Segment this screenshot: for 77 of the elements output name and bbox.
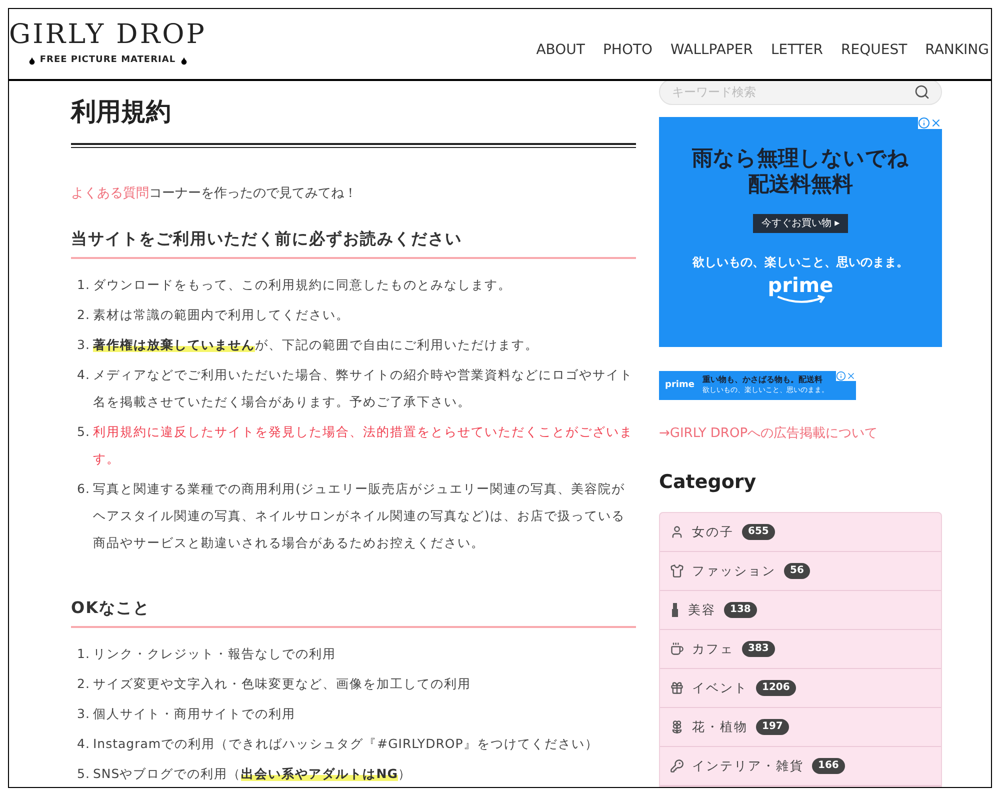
list-item-text: Instagramでの利用（できればハッシュタグ『#GIRLYDROP』をつけてください） [93, 735, 598, 753]
close-icon[interactable] [846, 370, 856, 381]
intro-text: よくある質問コーナーを作ったので見てみてね！ [71, 184, 358, 202]
count-badge: 56 [784, 563, 810, 579]
category-item[interactable]: ファッション 56 [660, 552, 941, 591]
list-number: 1. [77, 276, 91, 294]
prime-logo: prime [665, 378, 694, 392]
ad-subhead: 配送料無料 [748, 171, 853, 198]
category-item[interactable]: インテリア・雑貨 166 [660, 747, 941, 786]
category-name: カフェ [692, 640, 734, 658]
ad-headline: 雨なら無理しないでね [692, 145, 909, 172]
count-badge: 383 [742, 641, 775, 657]
list-number: 2. [77, 306, 91, 324]
list-item-text: 素材は常識の範囲内で利用してください。 [93, 306, 350, 324]
category-name: 美容 [688, 600, 716, 619]
list-item-text: 個人サイト・商用サイトでの利用 [93, 705, 296, 723]
nav-link[interactable]: ABOUT [536, 40, 585, 60]
gift-icon [670, 681, 684, 695]
list-number: 4. [77, 366, 91, 384]
search-field[interactable]: キーワード検索 [659, 81, 942, 105]
category-name: イベント [692, 678, 748, 697]
list-item-text: 写真と関連する業種での商用利用(ジュエリー販売店がジュエリー関連の写真、美容院がヘアスタイル関連の写真、ネイルサロンがネイル関連の写真など)は、お店で扱っている商品やサービスと勘違いされる場合があるためお控えください。 [93, 480, 626, 552]
section-heading: OKなこと [71, 596, 636, 628]
droplet-icon [180, 56, 188, 66]
count-badge: 655 [742, 524, 775, 540]
info-icon[interactable] [918, 117, 930, 129]
list-item-text: 利用規約に違反したサイトを発見した場合、法的措置をとらせていただくことがございます。 [93, 423, 634, 468]
count-badge: 1206 [756, 680, 796, 696]
list-item-text: リンク・クレジット・報告なしでの利用 [93, 645, 336, 663]
search-icon[interactable] [914, 84, 930, 100]
site-logo[interactable]: GIRLY DROP [9, 20, 206, 48]
nav-link[interactable]: LETTER [770, 40, 824, 60]
list-number: 4. [77, 735, 91, 753]
shop-now-button[interactable]: 今すぐお買い物 ▸ [753, 214, 848, 232]
cup-icon [670, 642, 684, 656]
list-number: 5. [77, 765, 91, 783]
list-number: 3. [77, 336, 91, 354]
list-number: 2. [77, 675, 91, 693]
lipstick-icon [670, 603, 680, 617]
list-number: 1. [77, 645, 91, 663]
page-title: 利用規約 [71, 96, 172, 128]
count-badge: 166 [812, 758, 845, 774]
category-item[interactable]: 美容 138 [660, 591, 941, 630]
ad-tagline: 欲しいもの、楽しいこと、思いのまま。 [692, 254, 908, 270]
count-badge: 138 [724, 602, 757, 618]
ad-banner[interactable]: 雨なら無理しないでね 配送料無料 今すぐお買い物 ▸ 欲しいもの、楽しいこと、思いのまま。 prime [659, 117, 942, 347]
list-item-text: サイズ変更や文字入れ・色味変更など、画像を加工しての利用 [93, 675, 471, 693]
category-name: ファッション [692, 562, 776, 580]
category-name: 女の子 [692, 522, 734, 541]
category-item[interactable]: 女の子 655 [660, 513, 941, 552]
droplet-icon [28, 56, 36, 66]
category-name: インテリア・雑貨 [692, 756, 804, 775]
count-badge: 197 [756, 719, 789, 735]
list-number: 5. [77, 423, 91, 441]
close-icon[interactable] [930, 117, 942, 129]
site-tagline: FREE PICTURE MATERIAL [40, 54, 176, 67]
ad-text: 重い物も、かさばる物も。配送料 [702, 374, 824, 386]
key-icon [670, 759, 684, 773]
category-title: Category [659, 470, 758, 494]
prime-logo: prime [768, 274, 834, 294]
category-item[interactable]: カフェ 383 [660, 630, 941, 669]
nav-link[interactable]: RANKING [925, 40, 989, 60]
list-number: 6. [77, 480, 91, 498]
category-name: 花・植物 [692, 718, 748, 736]
person-icon [670, 525, 684, 539]
list-item-text: メディアなどでご利用いただいた場合、弊サイトの紹介時や営業資料などにロゴやサイト名を掲載させていただく場合があります。予めご了承下さい。 [93, 366, 634, 411]
nav-link[interactable]: REQUEST [841, 40, 908, 60]
section-heading: 当サイトをご利用いただく前に必ずお読みください [71, 227, 636, 259]
category-item[interactable]: 花・植物 197 [660, 708, 941, 747]
nav-link[interactable]: WALLPAPER [670, 40, 753, 60]
info-icon[interactable] [836, 370, 846, 381]
nav-link[interactable]: PHOTO [602, 40, 653, 60]
list-item-text: ダウンロードをもって、この利用規約に同意したものとみなします。 [93, 276, 512, 294]
flower-icon [670, 720, 684, 734]
list-number: 3. [77, 705, 91, 723]
category-item[interactable]: イベント 1206 [660, 669, 941, 708]
clothing-icon [670, 564, 684, 578]
